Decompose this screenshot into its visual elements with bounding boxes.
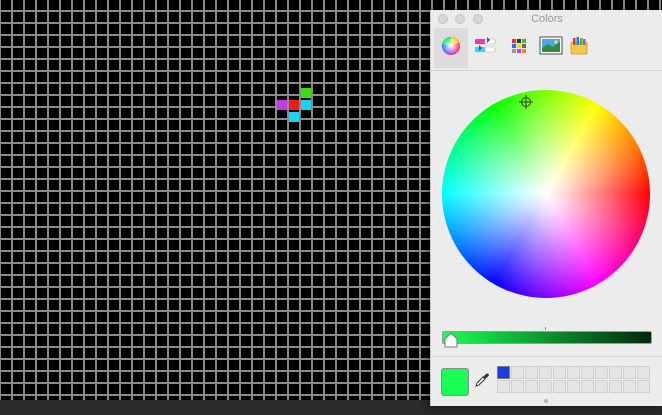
brightness-slider[interactable] — [442, 331, 652, 344]
current-color-swatch[interactable] — [441, 368, 469, 396]
empty-swatch[interactable] — [497, 380, 510, 393]
empty-swatch[interactable] — [539, 366, 552, 379]
color-wheel[interactable] — [442, 90, 650, 298]
empty-swatch[interactable] — [609, 366, 622, 379]
empty-swatch[interactable] — [637, 380, 650, 393]
crayons-icon — [569, 36, 589, 61]
empty-swatch[interactable] — [539, 380, 552, 393]
empty-swatch[interactable] — [581, 380, 594, 393]
color-wheel-area[interactable] — [442, 90, 650, 298]
color-wheel-icon — [441, 36, 461, 61]
color-sliders-tab[interactable] — [468, 28, 502, 68]
empty-swatch[interactable] — [623, 366, 636, 379]
empty-swatch[interactable] — [511, 380, 524, 393]
empty-swatch[interactable] — [525, 366, 538, 379]
cell-red[interactable] — [289, 100, 299, 110]
cell-cyan-below[interactable] — [289, 112, 299, 122]
empty-swatch[interactable] — [567, 366, 580, 379]
color-wheel-tab[interactable] — [434, 28, 468, 68]
color-palettes-tab[interactable] — [502, 28, 536, 68]
color-sliders-icon — [473, 36, 497, 61]
empty-swatch[interactable] — [595, 380, 608, 393]
saved-swatch-1[interactable] — [497, 366, 510, 379]
slider-thumb[interactable] — [444, 332, 458, 348]
image-palettes-icon — [539, 36, 563, 61]
cell-cyan-right[interactable] — [301, 100, 311, 110]
empty-swatch[interactable] — [525, 380, 538, 393]
empty-swatch[interactable] — [595, 366, 608, 379]
empty-swatch[interactable] — [623, 380, 636, 393]
color-palettes-icon — [510, 37, 528, 60]
cell-magenta[interactable] — [277, 100, 287, 110]
saved-swatches-grid — [497, 366, 653, 394]
empty-swatch[interactable] — [511, 366, 524, 379]
empty-swatch[interactable] — [553, 380, 566, 393]
panel-toolbar — [431, 28, 662, 71]
empty-swatch[interactable] — [637, 366, 650, 379]
empty-swatch[interactable] — [553, 366, 566, 379]
panel-titlebar[interactable]: Colors — [431, 10, 662, 30]
panel-divider — [431, 356, 662, 357]
empty-swatch[interactable] — [581, 366, 594, 379]
empty-swatch[interactable] — [567, 380, 580, 393]
empty-swatch[interactable] — [609, 380, 622, 393]
crayons-tab[interactable] — [562, 28, 596, 68]
colors-panel: Colors — [430, 10, 662, 406]
cell-green[interactable] — [301, 88, 311, 98]
slider-tick-mark — [545, 327, 546, 330]
crosshair-icon[interactable] — [519, 95, 533, 109]
resize-grip[interactable] — [544, 399, 548, 403]
panel-title: Colors — [531, 13, 563, 25]
eyedropper-icon[interactable] — [474, 372, 490, 388]
